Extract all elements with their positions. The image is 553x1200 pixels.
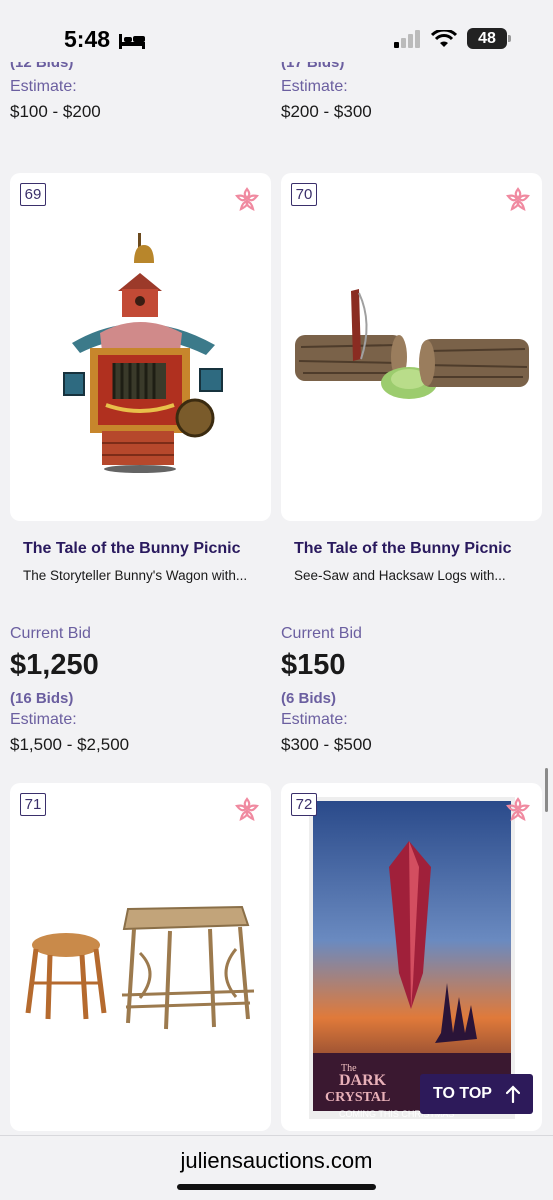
lot-card-70[interactable]: 70 xyxy=(281,173,542,521)
clock: 5:48 xyxy=(64,26,111,52)
estimate-label: Estimate: xyxy=(281,711,348,728)
battery-level: 48 xyxy=(478,29,496,47)
lot-subtitle[interactable]: The Storyteller Bunny's Wagon with... xyxy=(23,568,270,583)
cellular-signal-icon xyxy=(394,29,420,48)
lot-number-badge: 72 xyxy=(291,793,317,816)
current-bid-label: Current Bid xyxy=(281,625,362,642)
bid-count: (16 Bids) xyxy=(10,690,74,707)
estimate-label: Estimate: xyxy=(10,78,77,95)
lot-title[interactable]: The Tale of the Bunny Picnic xyxy=(294,540,541,558)
lot-subtitle[interactable]: See-Saw and Hacksaw Logs with... xyxy=(294,568,541,583)
arrow-up-icon xyxy=(505,1085,520,1103)
status-time-group: 5:48 xyxy=(64,26,146,53)
poster-logo-dark: DARK xyxy=(339,1072,387,1089)
browser-address-bar[interactable]: juliensauctions.com xyxy=(0,1135,553,1200)
to-top-button[interactable]: TO TOP xyxy=(420,1074,533,1114)
favorite-icon[interactable] xyxy=(233,795,261,823)
current-bid-value: $150 xyxy=(281,649,346,681)
estimate-value: $1,500 - $2,500 xyxy=(10,735,130,754)
estimate-value: $300 - $500 xyxy=(281,735,372,754)
lot-68-info-tail: (12 Bids) Estimate: $100 - $200 xyxy=(10,54,270,122)
current-bid-label: Current Bid xyxy=(10,625,91,642)
storyteller-wagon-image[interactable] xyxy=(10,173,271,521)
estimate-value: $200 - $300 xyxy=(281,102,372,121)
scrollbar[interactable] xyxy=(545,768,548,812)
estimate-value: $100 - $200 xyxy=(10,102,101,121)
lot-number-badge: 71 xyxy=(20,793,46,816)
lot-number-badge: 70 xyxy=(291,183,317,206)
wifi-icon xyxy=(431,29,457,47)
status-bar: 5:48 48 xyxy=(0,0,553,62)
lot-number-badge: 69 xyxy=(20,183,46,206)
status-icons: 48 xyxy=(393,28,511,49)
lot-card-71[interactable]: 71 xyxy=(10,783,271,1131)
estimate-label: Estimate: xyxy=(10,711,77,728)
lot-title[interactable]: The Tale of the Bunny Picnic xyxy=(23,540,270,558)
battery-icon: 48 xyxy=(467,28,511,49)
wicker-furniture-image[interactable] xyxy=(10,783,271,1131)
poster-logo-crystal: CRYSTAL xyxy=(325,1090,390,1105)
lot-card-69[interactable]: 69 xyxy=(10,173,271,521)
home-indicator[interactable] xyxy=(177,1184,376,1190)
favorite-icon[interactable] xyxy=(504,795,532,823)
to-top-label: TO TOP xyxy=(433,1085,492,1102)
bid-count: (6 Bids) xyxy=(281,690,337,707)
lot-previous-info-tail: (17 Bids) Estimate: $200 - $300 xyxy=(281,54,541,122)
favorite-icon[interactable] xyxy=(233,185,261,213)
seesaw-logs-image[interactable] xyxy=(281,173,542,521)
current-bid-value: $1,250 xyxy=(10,649,99,681)
favorite-icon[interactable] xyxy=(504,185,532,213)
auction-results-list: (12 Bids) Estimate: $100 - $200 (17 Bids… xyxy=(0,0,553,1135)
sleep-focus-icon xyxy=(119,33,146,49)
url-domain[interactable]: juliensauctions.com xyxy=(0,1148,553,1174)
lot-70-info: The Tale of the Bunny Picnic See-Saw and… xyxy=(281,540,541,755)
lot-69-info: The Tale of the Bunny Picnic The Storyte… xyxy=(10,540,270,755)
estimate-label: Estimate: xyxy=(281,78,348,95)
